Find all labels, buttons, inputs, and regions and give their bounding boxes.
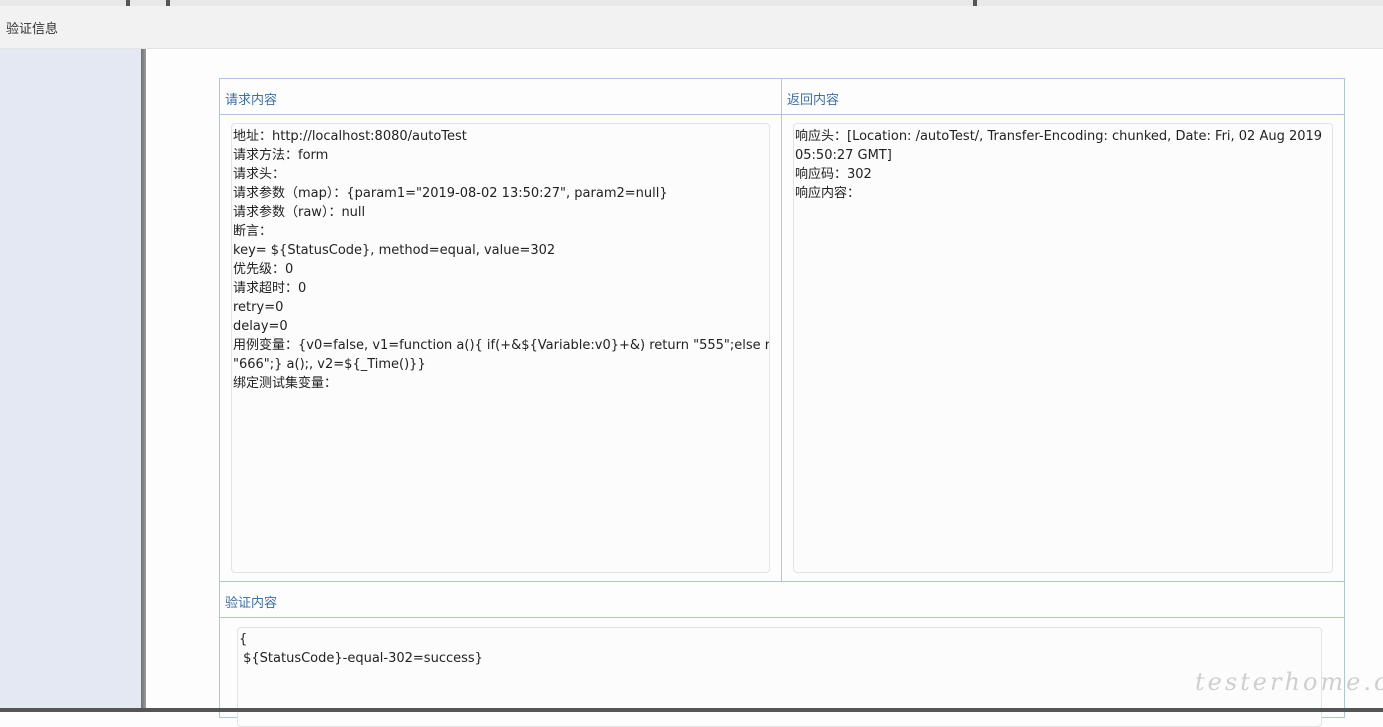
header-divider (220, 114, 1344, 115)
validation-content-box[interactable]: { ${StatusCode}-equal-302=success} (237, 627, 1322, 727)
validation-line: { (239, 632, 248, 647)
request-line: 地址：http://localhost:8080/autoTest (233, 129, 467, 144)
request-heading: 请求内容 (225, 93, 278, 108)
bottom-bar (0, 708, 1383, 712)
request-line: 请求参数（raw）：null (233, 205, 366, 220)
response-content-box[interactable]: 响应头：[Location: /autoTest/, Transfer-Enco… (793, 123, 1333, 573)
validation-heading: 验证内容 (225, 596, 278, 611)
request-line: delay=0 (233, 319, 288, 334)
request-line: 请求方法：form (233, 148, 329, 163)
request-line: 绑定测试集变量： (233, 376, 338, 391)
request-line: 优先级：0 (233, 262, 294, 277)
detail-grid: 请求内容 返回内容 验证内容 地址：http://localhost:8080/… (219, 78, 1345, 727)
column-divider (781, 79, 782, 582)
validation-header-divider (220, 617, 1344, 618)
request-line: retry=0 (233, 300, 284, 315)
request-line: 请求超时：0 (233, 281, 307, 296)
response-line: 响应码：302 (795, 167, 872, 182)
validation-line: ${StatusCode}-equal-302=success} (239, 651, 483, 666)
left-panel-shadow (141, 49, 146, 712)
request-line: 断言： (233, 224, 273, 239)
section-divider (220, 581, 1344, 582)
response-line: 05:50:27 GMT] (795, 148, 892, 163)
request-content-box[interactable]: 地址：http://localhost:8080/autoTest 请求方法：f… (231, 123, 770, 573)
request-line: 请求头： (233, 167, 286, 182)
request-line: 请求参数（map）：{param1="2019-08-02 13:50:27",… (233, 186, 668, 201)
response-heading: 返回内容 (787, 93, 840, 108)
watermark: testerhome.com (1195, 668, 1383, 696)
response-line: 响应内容： (795, 186, 861, 201)
request-line: key= ${StatusCode}, method=equal, value=… (233, 243, 556, 258)
left-panel (0, 49, 141, 712)
request-line: "666";} a();, v2=${_Time()}} (233, 357, 426, 372)
response-line: 响应头：[Location: /autoTest/, Transfer-Enco… (795, 129, 1323, 144)
title-bar: 验证信息 (0, 6, 1383, 49)
window-title: 验证信息 (6, 22, 59, 37)
request-line: 用例变量：{v0=false, v1=function a(){ if(+&${… (233, 338, 770, 353)
